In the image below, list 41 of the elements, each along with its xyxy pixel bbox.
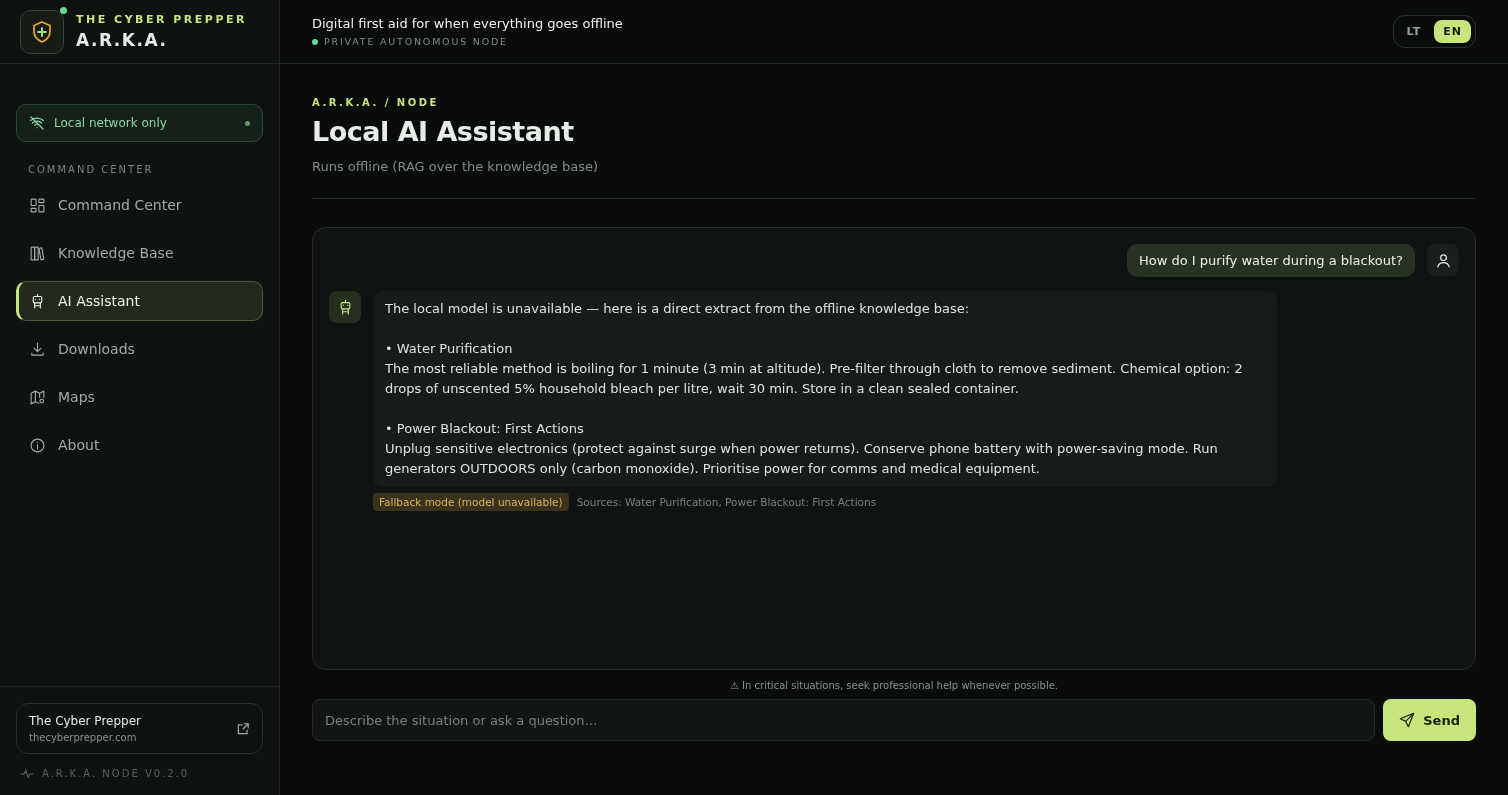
user-avatar <box>1427 244 1459 276</box>
link-card[interactable]: The Cyber Prepper thecyberprepper.com <box>16 703 263 754</box>
breadcrumb: A.R.K.A. / NODE <box>312 97 440 108</box>
fallback-badge: Fallback mode (model unavailable) <box>373 493 569 511</box>
nav-item[interactable]: Downloads <box>16 329 263 369</box>
bot-avatar <box>329 291 361 323</box>
shield-plus-icon <box>30 19 54 44</box>
version-label: A.R.K.A. NODE V0.2.0 <box>42 768 190 779</box>
nav-item[interactable]: Maps <box>16 377 263 417</box>
external-link-icon <box>236 721 250 736</box>
nav-item[interactable]: About <box>16 425 263 465</box>
network-status: Local network only <box>16 104 263 142</box>
send-button[interactable]: Send <box>1383 699 1476 741</box>
language-option[interactable]: LT <box>1397 20 1431 43</box>
nav-item[interactable]: Command Center <box>16 185 263 225</box>
language-option[interactable]: EN <box>1434 20 1471 43</box>
nav-item[interactable]: AI Assistant <box>16 281 263 321</box>
section-heading: COMMAND CENTER <box>28 164 155 175</box>
user-message: How do I purify water during a blackout? <box>1127 244 1415 277</box>
map-icon <box>29 388 46 406</box>
assistant-message: The local model is unavailable — here is a direct extract from the offline knowledge base: • Water Purification The most reliable method is boiling for 1 minute (3 min at altitude). Pre-filter through cloth to remove sediment. Chemical option: 2 drops of unscented 5% household bleach per litre, wait 30 min. Store in a clean sealed container. • Power Blackout: First Actions Unplug sensitive electronics (protect against surge when power returns). Conserve phone battery with power-saving mode. Run generators OUTDOORS only (carbon monoxide). Prioritise power for comms and medical equipment. <box>373 291 1277 487</box>
status-label: PRIVATE AUTONOMOUS NODE <box>324 36 508 47</box>
download-icon <box>29 340 46 358</box>
card-title: The Cyber Prepper <box>29 714 141 728</box>
tagline: Digital first aid for when everything goes offline <box>312 16 623 31</box>
info-icon <box>29 436 46 454</box>
send-icon <box>1399 712 1416 728</box>
wifi-off-icon <box>29 115 45 131</box>
status-dot <box>312 38 318 45</box>
books-icon <box>29 244 46 262</box>
card-url: thecyberprepper.com <box>29 732 138 743</box>
page-title: Local AI Assistant <box>312 116 575 147</box>
brand-title: A.R.K.A. <box>76 30 169 50</box>
brand-eyebrow: THE CYBER PREPPER <box>76 13 247 26</box>
nav-item[interactable]: Knowledge Base <box>16 233 263 273</box>
sources-text: Sources: Water Purification, Power Blackout: First Actions <box>576 496 877 508</box>
pulse-icon <box>20 768 34 779</box>
page-subtitle: Runs offline (RAG over the knowledge base) <box>312 159 1476 199</box>
grid-icon <box>29 196 46 214</box>
message-input[interactable]: Describe the situation or ask a question… <box>312 699 1376 741</box>
disclaimer: ⚠ In critical situations, seek professional help whenever possible. <box>728 680 1060 691</box>
